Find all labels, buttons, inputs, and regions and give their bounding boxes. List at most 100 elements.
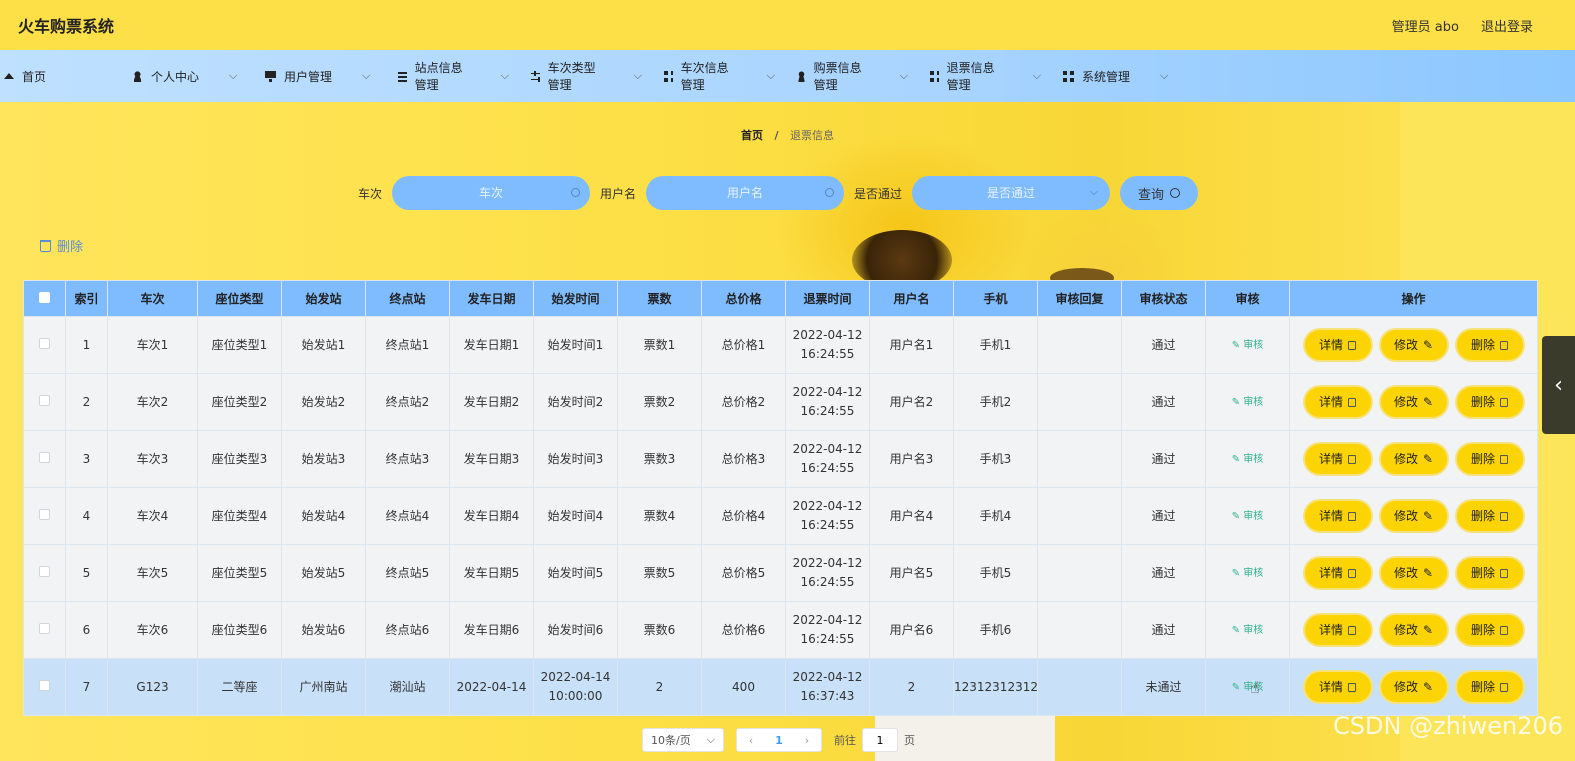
table-row[interactable]: 1 车次1 座位类型1 始发站1 终点站1 发车日期1 始发时间1 票数1 总价格1 2022-0…: [23, 316, 1538, 374]
table-row[interactable]: 2 车次2 座位类型2 始发站2 终点站2 发车日期2 始发时间2 票数2 总价格2 2022-0…: [23, 373, 1538, 431]
query-button[interactable]: 查询: [1120, 176, 1199, 210]
current-page[interactable]: 1: [765, 734, 793, 747]
page-size-select[interactable]: 10条/页 ⌵: [642, 728, 724, 752]
edit-button[interactable]: 修改 ✎: [1380, 672, 1447, 702]
column-header: 始发站: [281, 280, 366, 317]
admin-label[interactable]: 管理员 abo: [1392, 16, 1459, 35]
audit-link[interactable]: ✎ 审核: [1232, 454, 1264, 465]
delete-button[interactable]: 删除: [1456, 672, 1523, 702]
search-icon: [825, 188, 835, 197]
table-cell: 通过: [1121, 544, 1206, 602]
prev-page-icon[interactable]: ‹: [737, 734, 765, 747]
ops-cell: 详情 修改 ✎ 删除: [1289, 601, 1538, 659]
table-cell: 2022-04-12 16:24:55: [785, 487, 870, 545]
edit-icon: ✎: [1422, 679, 1434, 694]
table-cell: 2022-04-12 16:24:55: [785, 316, 870, 374]
username-search-input[interactable]: [646, 176, 845, 210]
delete-button[interactable]: 删除: [1456, 330, 1523, 360]
edit-button[interactable]: 修改 ✎: [1380, 387, 1447, 417]
column-header: 座位类型: [197, 280, 282, 317]
audit-cell: ✎ 审核: [1205, 430, 1290, 488]
document-icon: [1348, 454, 1356, 464]
audit-link[interactable]: ✎ 审核: [1232, 625, 1264, 636]
table-row[interactable]: 6 车次6 座位类型6 始发站6 终点站6 发车日期6 始发时间6 票数6 总价格6 2022-0…: [23, 601, 1538, 659]
table-cell: 始发时间2: [533, 373, 618, 431]
header-user-area: 管理员 abo 退出登录: [1392, 16, 1557, 35]
table-cell: 通过: [1121, 487, 1206, 545]
nav-item-7[interactable]: 退票信息管理 ⌵: [918, 50, 1051, 102]
table-row[interactable]: 3 车次3 座位类型3 始发站3 终点站3 发车日期3 始发时间3 票数3 总价格3 2022-0…: [23, 430, 1538, 488]
edit-button[interactable]: 修改 ✎: [1380, 615, 1447, 645]
row-select-cell: [23, 601, 66, 659]
nav-item-0[interactable]: 首页: [0, 50, 120, 102]
row-checkbox[interactable]: [39, 679, 50, 691]
delete-button[interactable]: 删除: [1456, 444, 1523, 474]
detail-button[interactable]: 详情: [1304, 330, 1371, 360]
row-checkbox[interactable]: [39, 565, 50, 577]
audit-link[interactable]: ✎ 审核: [1232, 397, 1264, 408]
detail-button[interactable]: 详情: [1304, 615, 1371, 645]
table-cell: 2022-04-12 16:24:55: [785, 544, 870, 602]
table-cell: 始发时间5: [533, 544, 618, 602]
pass-select[interactable]: ⌵: [912, 176, 1111, 210]
detail-button[interactable]: 详情: [1304, 558, 1371, 588]
document-icon: [1348, 625, 1356, 635]
audit-link[interactable]: ✎ 审核: [1232, 511, 1264, 522]
nav-item-6[interactable]: 购票信息管理 ⌵: [785, 50, 918, 102]
pass-select-input[interactable]: [912, 176, 1111, 210]
table-cell: 手机5: [953, 544, 1038, 602]
row-checkbox[interactable]: [39, 508, 50, 520]
nav-item-1[interactable]: 个人中心 ⌵: [120, 50, 253, 102]
train-search-input[interactable]: [392, 176, 591, 210]
detail-button[interactable]: 详情: [1304, 444, 1371, 474]
edit-button[interactable]: 修改 ✎: [1380, 558, 1447, 588]
audit-cell: ✎ 审核: [1205, 544, 1290, 602]
delete-button[interactable]: 删除: [1456, 387, 1523, 417]
next-page-icon[interactable]: ›: [793, 734, 821, 747]
table-cell: 用户名2: [869, 373, 954, 431]
row-checkbox[interactable]: [39, 622, 50, 634]
detail-label: 详情: [1318, 622, 1343, 637]
nav-item-5[interactable]: 车次信息管理 ⌵: [652, 50, 785, 102]
edit-button[interactable]: 修改 ✎: [1380, 444, 1447, 474]
ops-cell: 详情 修改 ✎ 删除: [1289, 430, 1538, 488]
side-collapse-handle[interactable]: ‹: [1542, 336, 1575, 434]
table-cell: 始发时间3: [533, 430, 618, 488]
logout-link[interactable]: 退出登录: [1481, 16, 1533, 35]
nav-item-3[interactable]: 站点信息管理 ⌵: [386, 50, 519, 102]
row-select-cell: [23, 544, 66, 602]
select-all-checkbox[interactable]: [39, 291, 50, 303]
audit-link[interactable]: ✎ 审核: [1232, 568, 1264, 579]
table-row[interactable]: 7 G123 二等座 广州南站 潮汕站 2022-04-14 2022-04-14 10:0…: [23, 658, 1538, 716]
table-cell: 手机6: [953, 601, 1038, 659]
nav-item-2[interactable]: 用户管理 ⌵: [253, 50, 386, 102]
row-checkbox[interactable]: [39, 337, 50, 349]
detail-button[interactable]: 详情: [1304, 672, 1371, 702]
edit-button[interactable]: 修改 ✎: [1380, 501, 1447, 531]
row-checkbox[interactable]: [39, 451, 50, 463]
detail-button[interactable]: 详情: [1304, 387, 1371, 417]
delete-button[interactable]: 删除: [1456, 501, 1523, 531]
row-checkbox[interactable]: [39, 394, 50, 406]
nav-item-label: 退票信息管理: [946, 61, 995, 92]
table-cell: 始发站4: [281, 487, 366, 545]
goto-page-input[interactable]: [862, 728, 898, 752]
table-cell: 座位类型4: [197, 487, 282, 545]
table-row[interactable]: 4 车次4 座位类型4 始发站4 终点站4 发车日期4 始发时间4 票数4 总价格4 2022-0…: [23, 487, 1538, 545]
delete-button[interactable]: 删除: [1456, 615, 1523, 645]
row-actions: 详情 修改 ✎ 删除: [1290, 558, 1537, 588]
table-cell: 终点站6: [365, 601, 450, 659]
breadcrumb-home[interactable]: 首页: [741, 129, 763, 142]
table-cell: 座位类型6: [197, 601, 282, 659]
edit-button[interactable]: 修改 ✎: [1380, 330, 1447, 360]
delete-button[interactable]: 删除: [1456, 558, 1523, 588]
table-cell: 手机3: [953, 430, 1038, 488]
table-row[interactable]: 5 车次5 座位类型5 始发站5 终点站5 发车日期5 始发时间5 票数5 总价格5 2022-0…: [23, 544, 1538, 602]
detail-button[interactable]: 详情: [1304, 501, 1371, 531]
bulk-delete-button[interactable]: 删除: [40, 236, 83, 255]
nav-item-8[interactable]: 系统管理 ⌵: [1051, 50, 1184, 102]
table-cell: 5: [65, 544, 108, 602]
document-icon: [1348, 511, 1356, 521]
audit-link[interactable]: ✎ 审核: [1232, 340, 1264, 351]
nav-item-4[interactable]: 车次类型管理 ⌵: [519, 50, 652, 102]
